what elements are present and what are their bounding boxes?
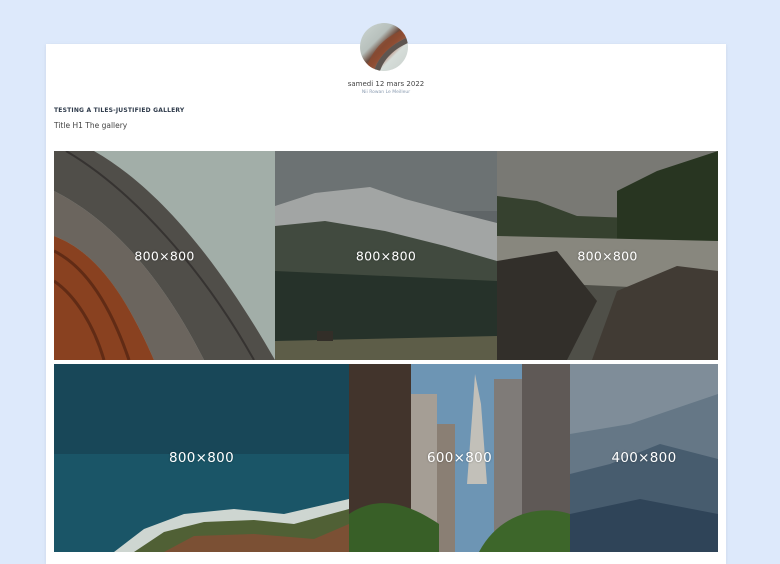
gallery-tile-river[interactable]: 800×800 [497,151,718,360]
post-author[interactable]: Nii Rowan Le Meilleur [46,90,726,96]
gallery-tile-city[interactable]: 600×800 [349,364,570,552]
gallery-tile-architecture[interactable]: 800×800 [54,151,275,360]
tile-size-label: 800×800 [169,450,234,466]
tile-size-label: 600×800 [427,450,492,466]
post-date: samedi 12 mars 2022 [347,80,425,88]
gallery-tile-ocean[interactable]: 800×800 [54,364,349,552]
tile-size-label: 400×800 [611,450,677,466]
tile-size-label: 800×800 [355,248,417,263]
tile-size-label: 800×800 [577,248,638,263]
author-avatar[interactable] [360,23,408,71]
gallery-tile-misty-mountains[interactable]: 400×800 [570,364,718,552]
post-category[interactable]: TESTING A TILES-JUSTIFIED GALLERY [54,107,184,114]
tile-size-label: 800×800 [134,248,195,263]
post-title: Title H1 The gallery [54,121,128,130]
gallery-tile-mountain[interactable]: 800×800 [275,151,497,360]
